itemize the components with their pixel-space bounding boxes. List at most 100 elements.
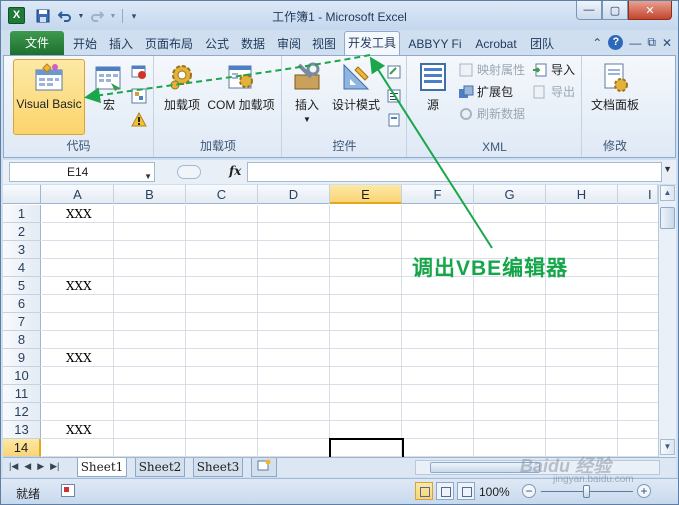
prev-sheet-icon[interactable]: ◀ xyxy=(24,461,31,472)
properties-button[interactable] xyxy=(386,62,402,82)
tab-formulas[interactable]: 公式 xyxy=(201,33,233,55)
group-xml-label: XML xyxy=(482,140,507,154)
row-header[interactable]: 1 xyxy=(3,205,41,223)
name-box[interactable]: E14 ▼ xyxy=(9,162,155,182)
sheet-tab-sheet3[interactable]: Sheet3 xyxy=(193,458,243,477)
document-panel-button[interactable]: 文档面板 xyxy=(586,59,644,113)
tab-acrobat[interactable]: Acrobat xyxy=(469,33,523,55)
insert-function-button[interactable]: fx xyxy=(229,164,241,178)
column-header-c[interactable]: C xyxy=(186,185,258,204)
group-xml: 源 映射属性 扩展包 刷新数据 导入 导出 XML xyxy=(408,56,582,157)
tab-abbyy[interactable]: ABBYY Fi xyxy=(405,33,465,55)
workbook-minimize-icon[interactable]: — xyxy=(629,36,641,50)
com-addins-button[interactable]: COM 加载项 xyxy=(205,59,277,113)
page-break-view-button[interactable] xyxy=(457,482,475,500)
tab-team[interactable]: 团队 xyxy=(527,33,557,55)
formula-input[interactable] xyxy=(247,162,662,182)
row-header[interactable]: 2 xyxy=(3,223,41,241)
visual-basic-button[interactable]: Visual Basic xyxy=(13,59,85,135)
cell-a1[interactable]: XXX xyxy=(66,207,92,221)
expand-formula-bar-icon[interactable]: ▼ xyxy=(663,164,672,174)
row-header[interactable]: 11 xyxy=(3,385,41,403)
relative-references-button[interactable] xyxy=(131,86,147,106)
record-macro-button[interactable] xyxy=(131,62,147,82)
row-header[interactable]: 14 xyxy=(3,439,41,457)
workbook-close-icon[interactable]: ✕ xyxy=(662,36,672,50)
cell-a9[interactable]: XXX xyxy=(66,351,92,365)
macros-button[interactable]: 宏 xyxy=(92,59,126,133)
zoom-level[interactable]: 100% xyxy=(479,485,510,499)
next-sheet-icon[interactable]: ▶ xyxy=(37,461,44,472)
cell-area[interactable]: XXX XXX XXX XXX xyxy=(42,205,658,459)
record-macro-status-icon[interactable] xyxy=(61,484,75,497)
select-all-corner[interactable] xyxy=(3,185,41,204)
vertical-scroll-thumb[interactable] xyxy=(660,207,675,229)
column-header-b[interactable]: B xyxy=(114,185,186,204)
tab-review[interactable]: 审阅 xyxy=(273,33,305,55)
tab-home[interactable]: 开始 xyxy=(68,33,102,55)
active-cell-e14[interactable] xyxy=(329,438,404,459)
column-header-f[interactable]: F xyxy=(402,185,474,204)
group-code-label: 代码 xyxy=(66,139,91,153)
close-button[interactable]: ✕ xyxy=(628,1,672,20)
cell-a13[interactable]: XXX xyxy=(66,423,92,437)
macro-security-button[interactable] xyxy=(131,110,147,130)
sheet-tab-sheet1[interactable]: Sheet1 xyxy=(77,458,127,477)
insert-sheet-icon[interactable] xyxy=(251,458,277,477)
refresh-data-button[interactable]: 刷新数据 xyxy=(458,104,525,124)
tab-insert[interactable]: 插入 xyxy=(105,33,137,55)
sheet-tab-sheet2[interactable]: Sheet2 xyxy=(135,458,185,477)
column-header-g[interactable]: G xyxy=(474,185,546,204)
row-header[interactable]: 6 xyxy=(3,295,41,313)
tab-data[interactable]: 数据 xyxy=(237,33,269,55)
expansion-packs-button[interactable]: 扩展包 xyxy=(458,82,513,102)
tab-view[interactable]: 视图 xyxy=(308,33,340,55)
maximize-button[interactable]: ▢ xyxy=(602,1,628,20)
tab-file[interactable]: 文件 xyxy=(10,31,64,55)
row-header[interactable]: 9 xyxy=(3,349,41,367)
scroll-down-icon[interactable]: ▼ xyxy=(660,439,675,455)
map-properties-button[interactable]: 映射属性 xyxy=(458,60,525,80)
column-header-a[interactable]: A xyxy=(42,185,114,204)
scroll-up-icon[interactable]: ▲ xyxy=(660,185,675,201)
zoom-slider-thumb[interactable] xyxy=(583,485,590,498)
vertical-scrollbar[interactable]: ▲ ▼ xyxy=(658,185,676,457)
addins-button[interactable]: 加载项 xyxy=(160,59,204,113)
tab-developer[interactable]: 开发工具 xyxy=(344,31,400,55)
column-header-d[interactable]: D xyxy=(258,185,330,204)
view-code-button[interactable] xyxy=(386,86,402,106)
row-header[interactable]: 12 xyxy=(3,403,41,421)
formula-cancel-enter xyxy=(177,165,201,179)
row-header[interactable]: 4 xyxy=(3,259,41,277)
column-header-h[interactable]: H xyxy=(546,185,618,204)
row-header[interactable]: 10 xyxy=(3,367,41,385)
help-icon[interactable]: ? xyxy=(608,35,624,50)
tab-page-layout[interactable]: 页面布局 xyxy=(141,33,197,55)
zoom-out-button[interactable]: − xyxy=(522,484,536,498)
row-header[interactable]: 7 xyxy=(3,313,41,331)
cell-a5[interactable]: XXX xyxy=(66,279,92,293)
chevron-down-icon[interactable]: ▼ xyxy=(144,168,152,186)
export-button[interactable]: 导出 xyxy=(532,82,575,102)
column-header-i[interactable]: I xyxy=(618,185,658,204)
page-layout-view-button[interactable] xyxy=(436,482,454,500)
row-header[interactable]: 13 xyxy=(3,421,41,439)
normal-view-button[interactable] xyxy=(415,482,433,500)
row-header[interactable]: 8 xyxy=(3,331,41,349)
workbook-restore-icon[interactable]: ⧉ xyxy=(647,35,656,50)
last-sheet-icon[interactable]: ▶| xyxy=(50,461,59,472)
row-header[interactable]: 3 xyxy=(3,241,41,259)
design-mode-button[interactable]: 设计模式 xyxy=(327,59,385,113)
first-sheet-icon[interactable]: |◀ xyxy=(9,461,18,472)
minimize-button[interactable]: — xyxy=(576,1,602,20)
row-header[interactable]: 5 xyxy=(3,277,41,295)
column-header-e[interactable]: E xyxy=(330,185,402,204)
run-dialog-button[interactable] xyxy=(386,110,402,130)
ribbon-tabs: 文件 开始 插入 页面布局 公式 数据 审阅 视图 开发工具 ABBYY Fi … xyxy=(1,30,678,55)
collapse-ribbon-icon[interactable]: ⌃ xyxy=(592,36,602,50)
zoom-in-button[interactable]: + xyxy=(637,484,651,498)
insert-control-button[interactable]: 插入 ▼ xyxy=(287,59,327,143)
document-panel-label: 文档面板 xyxy=(590,98,639,112)
xml-source-button[interactable]: 源 xyxy=(414,59,452,113)
import-button[interactable]: 导入 xyxy=(532,60,575,80)
